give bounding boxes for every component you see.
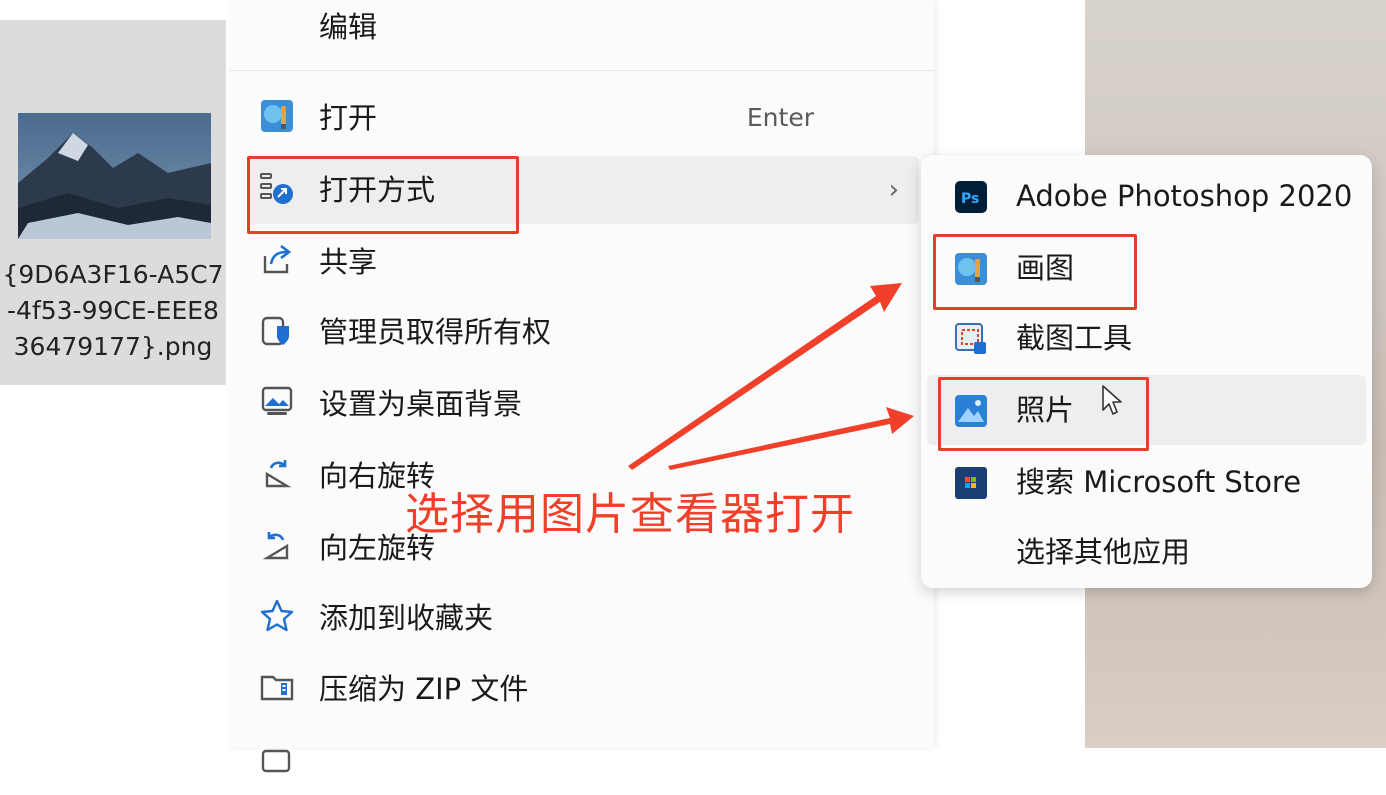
arrow-to-paint: [628, 283, 902, 470]
mouse-cursor-icon: [1101, 384, 1127, 422]
annotation-arrows: [628, 283, 914, 470]
annotation-text: 选择用图片查看器打开: [405, 489, 855, 540]
